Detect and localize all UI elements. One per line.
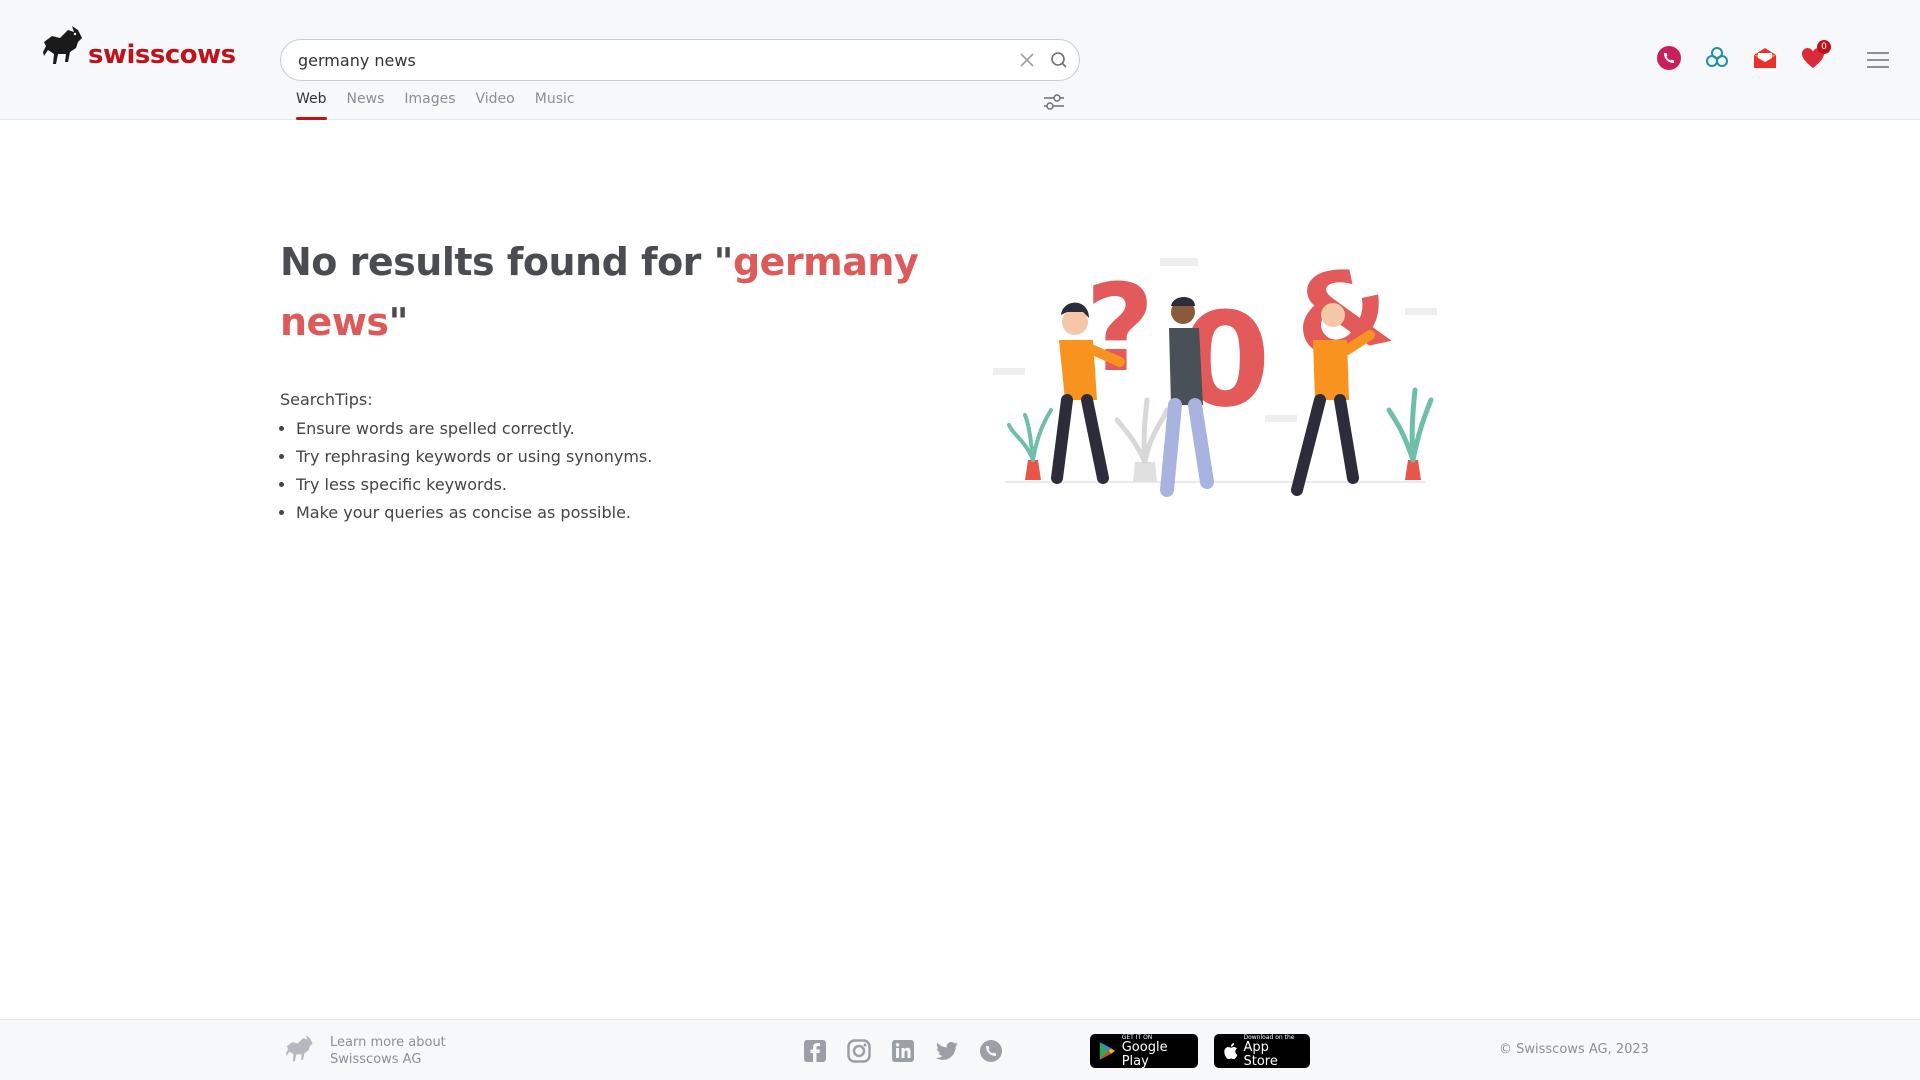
facebook-icon[interactable] — [802, 1038, 828, 1064]
teleguard-icon — [1706, 47, 1728, 67]
vpn-phone-button[interactable] — [1655, 44, 1683, 72]
no-results-panel: No results found for "germany news" Sear… — [280, 232, 920, 527]
search-tip: Try less specific keywords. — [296, 471, 920, 499]
footer: Learn more about Swisscows AG GET IT ON … — [0, 1019, 1920, 1080]
title-prefix: No results found for " — [280, 240, 733, 284]
header: swisscows Web News Images Video Music — [0, 0, 1920, 120]
no-results-illustration: ? 0 & — [993, 250, 1437, 497]
apple-icon — [1224, 1043, 1238, 1060]
favorites-count-badge: 0 — [1817, 40, 1831, 54]
tab-music[interactable]: Music — [535, 88, 575, 120]
google-play-big: Google Play — [1121, 1039, 1168, 1069]
tab-web[interactable]: Web — [296, 88, 327, 120]
search-input[interactable] — [298, 50, 998, 70]
tab-news[interactable]: News — [347, 88, 385, 120]
twitter-icon[interactable] — [934, 1038, 960, 1064]
search-box — [280, 39, 1080, 81]
cow-silhouette-icon — [286, 1035, 313, 1062]
copyright-text: © Swisscows AG, 2023 — [1499, 1042, 1649, 1057]
phone-shield-icon — [1657, 46, 1681, 70]
no-results-title: No results found for "germany news" — [280, 232, 920, 352]
tab-video[interactable]: Video — [476, 88, 515, 120]
logo-wordmark: swisscows — [88, 40, 236, 70]
email-button[interactable] — [1751, 44, 1779, 72]
tab-images[interactable]: Images — [404, 88, 455, 120]
learn-more-line1: Learn more about — [330, 1035, 446, 1050]
search-tabs: Web News Images Video Music — [296, 88, 595, 120]
instagram-icon[interactable] — [846, 1038, 872, 1064]
app-store-text: Download on the App Store — [1243, 1034, 1302, 1069]
search-tips-label: SearchTips: — [280, 390, 373, 409]
cow-logo-icon — [43, 26, 82, 64]
teleguard-button[interactable] — [1703, 44, 1731, 72]
phone-icon[interactable] — [978, 1038, 1004, 1064]
learn-more-link[interactable]: Learn more about Swisscows AG — [282, 1034, 446, 1068]
search-icon[interactable] — [1049, 50, 1069, 70]
swisscows-logo[interactable]: swisscows — [38, 24, 236, 74]
search-tip: Try rephrasing keywords or using synonym… — [296, 443, 920, 471]
google-play-button[interactable]: GET IT ON Google Play — [1090, 1034, 1198, 1068]
linkedin-icon[interactable] — [890, 1038, 916, 1064]
search-tip: Make your queries as concise as possible… — [296, 499, 920, 527]
favorites-button[interactable]: 0 — [1799, 40, 1831, 72]
social-links — [802, 1038, 1022, 1064]
filter-sliders-icon[interactable] — [1042, 92, 1066, 112]
hamburger-menu-icon[interactable] — [1866, 50, 1890, 70]
header-icons: 0 — [1655, 40, 1847, 72]
learn-more-line2: Swisscows AG — [330, 1052, 422, 1067]
close-icon[interactable] — [1017, 50, 1037, 70]
app-store-button[interactable]: Download on the App Store — [1214, 1034, 1310, 1068]
mail-icon — [1754, 48, 1776, 68]
search-tips-list: Ensure words are spelled correctly. Try … — [280, 415, 920, 527]
google-play-icon — [1099, 1042, 1115, 1060]
app-store-big: App Store — [1243, 1039, 1278, 1069]
learn-more-text: Learn more about Swisscows AG — [330, 1034, 446, 1068]
google-play-text: GET IT ON Google Play — [1122, 1034, 1190, 1069]
title-suffix: " — [388, 300, 409, 344]
search-tip: Ensure words are spelled correctly. — [296, 415, 920, 443]
